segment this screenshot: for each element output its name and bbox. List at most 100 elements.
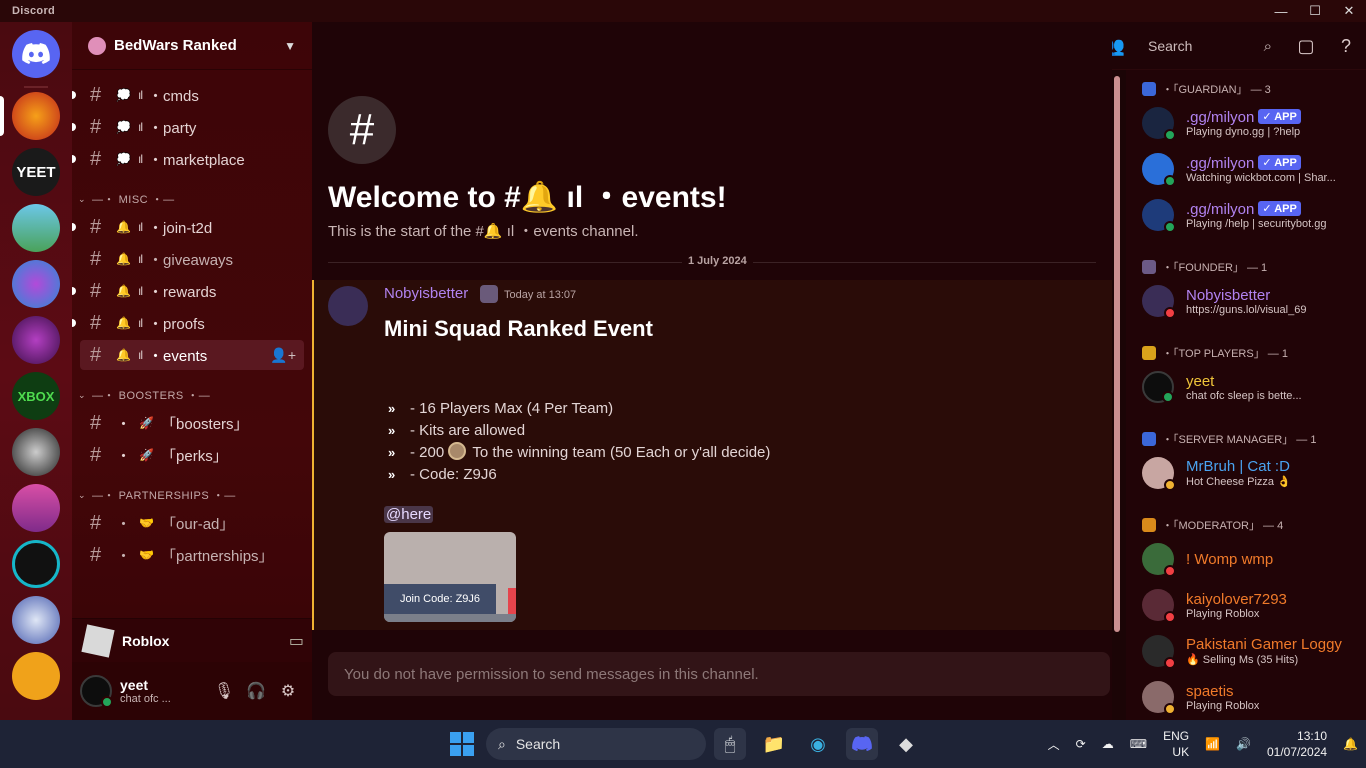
channel-events[interactable]: # 🔔 ıl ・events 👤+ (80, 340, 304, 370)
cloud-icon[interactable]: ☁ (1102, 737, 1114, 751)
channel-partnerships[interactable]: # ・ 🤝 「partnerships」 (80, 540, 304, 570)
member-item[interactable]: .gg/milyon ✓ APP Playing /help | securityb… (1126, 192, 1366, 238)
role-header-founder: ・「FOUNDER」 — 1 (1126, 256, 1366, 278)
inbox-icon[interactable]: ▢ (1286, 22, 1326, 70)
channel-giveaways[interactable]: # 🔔 ıl ・giveaways (80, 244, 304, 274)
server-icon-xbox[interactable]: XBOX (12, 372, 60, 420)
taskbar-search-label: Search (515, 736, 561, 752)
server-icon-c[interactable] (12, 540, 60, 588)
volume-icon[interactable]: 🔊 (1236, 737, 1251, 751)
message: Nobyisbetter Today at 13:07 Mini Squad R… (312, 280, 1112, 630)
user-panel: yeet chat ofc ... 🎙 🎧 ⚙ (72, 662, 312, 720)
member-item[interactable]: MrBruh | Cat :D Hot Cheese Pizza 👌 (1126, 450, 1366, 496)
member-item[interactable]: .gg/milyon ✓ APP Watching wickbot.com | Sh… (1126, 146, 1366, 192)
channel-our-ad[interactable]: # ・ 🤝 「our-ad」 (80, 508, 304, 538)
role-header-moderator: ・「MODERATOR」 — 4 (1126, 514, 1366, 536)
scrollbar-thumb[interactable] (1114, 76, 1120, 632)
member-item[interactable]: .gg/milyon ✓ APP Playing dyno.gg | ?help (1126, 100, 1366, 146)
server-icon-lbl[interactable] (12, 596, 60, 644)
message-line: » - 16 Players Max (4 Per Team) (388, 398, 770, 420)
add-member-icon[interactable]: 👤+ (270, 347, 296, 364)
server-icon-robot[interactable] (12, 652, 60, 700)
channel-emoji: 🚀 (139, 448, 154, 462)
discord-taskbar-icon[interactable] (846, 728, 878, 760)
minimize-icon[interactable]: — (1264, 0, 1298, 22)
category-partnerships[interactable]: ⌄ —・ PARTNERSHIPS ・— (72, 484, 312, 506)
keyboard-icon[interactable]: ⌨ (1130, 737, 1147, 751)
channel-proofs[interactable]: # 🔔 ıl ・proofs (72, 308, 304, 338)
microphone-icon[interactable]: 🎙 (208, 675, 240, 707)
edge-browser-icon[interactable]: ◉ (802, 728, 834, 760)
notification-bell-icon[interactable]: 🔔 (1343, 737, 1358, 751)
member-item[interactable]: Nobyisbetter https://guns.lol/visual_69 (1126, 278, 1366, 324)
server-icon-fire[interactable] (12, 92, 60, 140)
channel-perks[interactable]: # ・ 🚀 「perks」 (80, 440, 304, 470)
discord-home-button[interactable] (12, 30, 60, 78)
avatar (1142, 107, 1176, 141)
gear-icon[interactable]: ⚙ (272, 675, 304, 707)
headphones-icon[interactable]: 🎧 (240, 675, 272, 707)
chevron-up-icon[interactable]: ︿ (1048, 736, 1060, 753)
help-icon[interactable]: ? (1326, 22, 1366, 70)
wifi-icon[interactable]: 📶 (1205, 737, 1220, 751)
mouse-app-icon[interactable]: 🖱 (714, 728, 746, 760)
category-boosters[interactable]: ⌄ —・ BOOSTERS ・— (72, 384, 312, 406)
channel-rewards[interactable]: # 🔔 ıl ・rewards (72, 276, 304, 306)
server-icon-yeet[interactable]: YEET (12, 148, 60, 196)
message-line: » - 200 To the winning team (50 Each or y… (388, 442, 770, 464)
channel-cmds[interactable]: # 💭 ıl ・cmds (72, 80, 304, 110)
author-name[interactable]: Nobyisbetter (384, 285, 468, 302)
channel-boosters[interactable]: # ・ 🚀 「boosters」 (80, 408, 304, 438)
unread-pill (72, 319, 76, 327)
member-item[interactable]: kaiyolover7293 Playing Roblox (1126, 582, 1366, 628)
maximize-icon[interactable]: ☐ (1298, 0, 1332, 22)
unread-pill (72, 155, 76, 163)
member-item[interactable]: ! Womp wmp (1126, 536, 1366, 582)
member-item[interactable]: spaetis Playing Roblox (1126, 674, 1366, 720)
file-explorer-icon[interactable]: 📁 (758, 728, 790, 760)
channel-emoji: 💭 (116, 152, 131, 166)
user-names[interactable]: yeet chat ofc ... (120, 677, 208, 705)
server-icon-emblem[interactable] (12, 260, 60, 308)
sync-icon[interactable]: ⟳ (1076, 737, 1086, 751)
channel-party[interactable]: # 💭 ıl ・party (72, 112, 304, 142)
server-icon-anime[interactable] (12, 316, 60, 364)
unread-pill (72, 123, 76, 131)
hash-icon: # (90, 115, 102, 138)
channel-sidebar: BedWars Ranked ▼ # 💭 ıl ・cmds # 💭 ıl ・party # 💭… (72, 22, 312, 720)
channel-join-t2d[interactable]: # 🔔 ıl ・join-t2d (72, 212, 304, 242)
channel-marketplace[interactable]: # 💭 ıl ・marketplace (72, 144, 304, 174)
search-input[interactable]: Search ⌕ (1140, 32, 1280, 60)
scrollbar[interactable] (1114, 76, 1120, 632)
server-icon-kirby[interactable] (12, 204, 60, 252)
rail-separator (24, 86, 48, 88)
image-attachment[interactable]: Join Code: Z9J6 (384, 532, 516, 622)
member-item[interactable]: Pakistani Gamer Loggy 🔥 Selling Ms (35 Hi… (1126, 628, 1366, 674)
author-avatar[interactable] (328, 286, 368, 326)
close-icon[interactable]: ✕ (1332, 0, 1366, 22)
channel-emoji: 🔔 (116, 252, 131, 266)
category-misc[interactable]: ⌄ —・ MISC ・— (72, 188, 312, 210)
double-arrow-icon: » (388, 401, 396, 416)
server-icon-castle[interactable] (12, 484, 60, 532)
taskbar-search[interactable]: ⌕ Search (486, 728, 706, 760)
server-active-pill (0, 96, 4, 136)
roblox-taskbar-icon[interactable]: ◆ (890, 728, 922, 760)
channel-label: ・join-t2d (148, 219, 213, 237)
guild-header[interactable]: BedWars Ranked ▼ (72, 22, 312, 70)
screen-share-icon[interactable]: ▭ (289, 631, 304, 651)
unread-pill (72, 223, 76, 231)
windows-start-icon[interactable] (450, 732, 474, 756)
clock[interactable]: 13:10 01/07/2024 (1267, 728, 1327, 760)
member-item[interactable]: yeet chat ofc sleep is bette... (1126, 364, 1366, 410)
language-indicator[interactable]: ENG UK (1163, 728, 1189, 760)
mention-here[interactable]: @here (384, 506, 434, 523)
avatar[interactable] (80, 675, 113, 708)
channel-label: ・proofs (148, 315, 205, 333)
window-controls: — ☐ ✕ (1264, 0, 1366, 22)
server-icon-ghost[interactable] (12, 428, 60, 476)
title-bar: Discord — ☐ ✕ (0, 0, 1366, 22)
discord-logo-icon (852, 736, 872, 752)
message-body: » - 16 Players Max (4 Per Team) » - Kits a… (388, 398, 770, 486)
server-rail: YEET XBOX (0, 22, 72, 720)
